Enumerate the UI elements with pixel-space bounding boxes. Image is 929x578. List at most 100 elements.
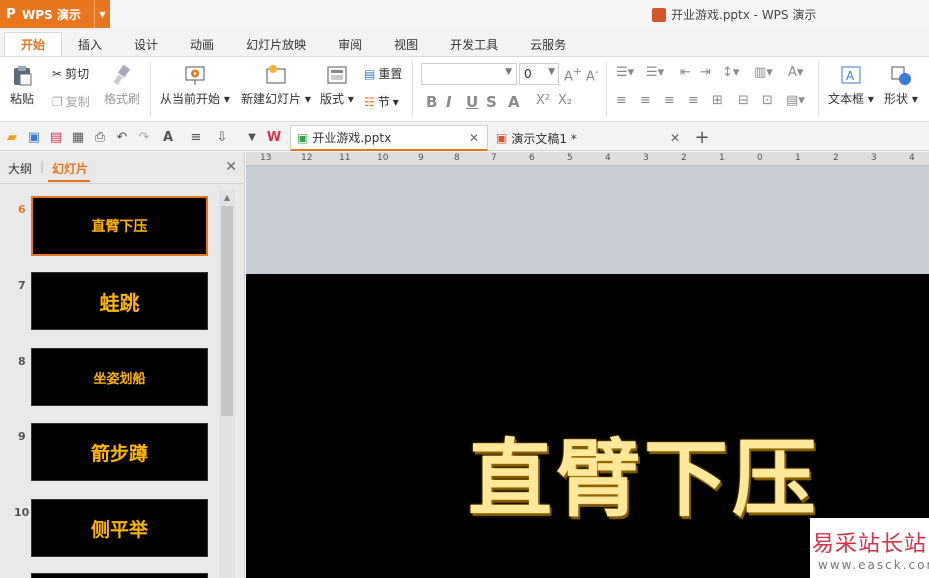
distribute-icon[interactable]: ⊞ [712, 93, 723, 108]
wps-logo-icon[interactable]: W [266, 129, 282, 145]
slide-thumbnail-title: 蛙跳 [99, 290, 140, 315]
new-tab-icon[interactable]: + [694, 127, 710, 148]
save-icon[interactable]: ▣ [26, 129, 42, 145]
tab-insert[interactable]: 插入 [62, 32, 118, 56]
bullet-list-icon[interactable]: ☰▾ [616, 65, 634, 80]
ruler-label: 6 [529, 153, 535, 163]
slide-thumbnail-title: 侧平举 [90, 518, 148, 541]
new-slide-button[interactable]: 新建幻灯片 ▾ [241, 63, 311, 107]
print-icon[interactable]: ▦ [70, 129, 86, 145]
paste-button[interactable]: 粘贴 [10, 63, 34, 107]
shadow-icon[interactable]: S [486, 93, 497, 111]
superscript-icon[interactable]: X² [536, 93, 550, 108]
italic-icon[interactable]: I [446, 93, 452, 111]
tab-view[interactable]: 视图 [378, 32, 434, 56]
slide-thumbnail-title: 直臂下压 [91, 219, 148, 235]
print-preview-icon[interactable]: ⎙ [92, 129, 108, 145]
wps-app-menu-button[interactable]: P WPS 演示 ▼ [0, 0, 110, 28]
ruler-label: 13 [260, 153, 272, 163]
doc-tab-label: 演示文稿1 * [511, 131, 577, 146]
slide-thumbnail-title: 坐姿划船 [93, 371, 146, 387]
tab-outline[interactable]: 大纲 [8, 160, 32, 177]
shape-button[interactable]: 形状 ▾ [884, 63, 918, 107]
bold-icon[interactable]: B [426, 93, 437, 111]
play-from-current-button[interactable]: 从当前开始 ▾ [160, 63, 230, 107]
slide-thumbnail-partial[interactable] [31, 573, 208, 578]
tab-cloud[interactable]: 云服务 [514, 32, 582, 56]
open-folder-icon[interactable]: ▰ [4, 129, 20, 145]
tab-home[interactable]: 开始 [4, 32, 63, 56]
section-button[interactable]: ☷ 节 ▾ [364, 93, 399, 110]
underline-icon[interactable]: U [466, 93, 478, 111]
numbered-list-icon[interactable]: ☰▾ [646, 65, 664, 80]
pptx-file-icon: ▣ [297, 130, 309, 145]
scissors-icon: ✂ [52, 66, 63, 81]
increase-indent-icon[interactable]: ⇥ [700, 65, 711, 80]
align-right-icon[interactable]: ≡ [664, 93, 675, 108]
format-painter-button[interactable]: 格式刷 [104, 63, 140, 107]
slide-title-text[interactable]: 直臂下压 [468, 412, 820, 533]
slide-thumbnail[interactable]: 侧平举 [31, 499, 208, 557]
doc-tab-label: 开业游戏.pptx [312, 131, 392, 145]
align-text-icon[interactable]: ⊟ [738, 93, 749, 108]
tab-developer[interactable]: 开发工具 [434, 32, 514, 56]
line-spacing-icon[interactable]: ↕▾ [722, 65, 739, 80]
chevron-down-icon[interactable]: ▼ [244, 129, 260, 145]
export-pdf-icon[interactable]: ▤ [48, 129, 64, 145]
slide-thumbnail[interactable]: 坐姿划船 [31, 348, 208, 406]
font-family-select[interactable]: ▼ [421, 63, 517, 85]
text-options-icon[interactable]: ▤▾ [786, 93, 805, 108]
undo-icon[interactable]: ↶ [114, 129, 130, 145]
reset-icon: ▤ [364, 66, 376, 81]
new-slide-label: 新建幻灯片 ▾ [241, 92, 311, 106]
cut-button[interactable]: ✂ 剪切 [52, 65, 89, 82]
text-direction-icon[interactable]: A▾ [788, 65, 803, 80]
subscript-icon[interactable]: X₂ [558, 93, 572, 108]
redo-icon[interactable]: ↷ [136, 129, 152, 145]
format-painter-label: 格式刷 [104, 92, 141, 106]
copy-button[interactable]: ❐ 复制 [52, 93, 90, 110]
clipboard-icon [10, 63, 34, 87]
tab-divider: | [40, 159, 45, 173]
increase-font-icon[interactable]: A+ [564, 65, 582, 84]
shapes-icon [889, 63, 913, 87]
font-color-icon[interactable]: A [508, 93, 520, 111]
align-icon[interactable]: ≡ [188, 129, 204, 145]
chevron-down-icon[interactable]: ▼ [94, 0, 110, 28]
tab-design[interactable]: 设计 [118, 32, 174, 56]
slideshow-play-icon [183, 63, 207, 87]
ruler-label: 1 [795, 153, 801, 163]
slide-thumbnail[interactable]: 蛙跳 [31, 272, 208, 330]
font-color-icon[interactable]: A [160, 129, 176, 145]
close-icon[interactable]: ✕ [225, 159, 237, 175]
reset-button[interactable]: ▤ 重置 [364, 65, 402, 82]
scroll-up-icon[interactable]: ▲ [219, 190, 235, 204]
text-box-button[interactable]: A 文本框 ▾ [828, 63, 874, 107]
pptx-file-icon: ▣ [496, 131, 508, 145]
doc-tab-active[interactable]: ▣ 开业游戏.pptx ✕ [290, 125, 488, 151]
align-center-icon[interactable]: ≡ [640, 93, 651, 108]
decrease-font-icon[interactable]: A- [586, 65, 599, 84]
columns-icon[interactable]: ▥▾ [754, 65, 773, 80]
close-icon[interactable]: ✕ [670, 131, 680, 145]
doc-tab[interactable]: ▣ 演示文稿1 * ✕ [490, 125, 688, 151]
slide-thumbnail-title: 箭步蹲 [90, 442, 148, 465]
tab-slideshow[interactable]: 幻灯片放映 [230, 32, 322, 56]
close-icon[interactable]: ✕ [469, 131, 479, 145]
slide-thumbnail[interactable]: 直臂下压 [31, 196, 208, 256]
customize-icon[interactable]: ⇩ [214, 129, 230, 145]
align-left-icon[interactable]: ≡ [616, 93, 627, 108]
ruler-label: 11 [339, 153, 351, 163]
font-size-select[interactable]: 0 ▼ [519, 63, 559, 85]
tab-review[interactable]: 审阅 [322, 32, 378, 56]
tab-slides[interactable]: 幻灯片 [52, 160, 88, 177]
convert-smartart-icon[interactable]: ⊡ [762, 93, 773, 108]
chevron-down-icon: ▾ [392, 94, 399, 109]
scrollbar-thumb[interactable] [221, 206, 233, 416]
justify-icon[interactable]: ≡ [688, 93, 699, 108]
shape-text: 形状 [884, 92, 909, 106]
tab-animation[interactable]: 动画 [174, 32, 230, 56]
layout-button[interactable]: 版式 ▾ [320, 63, 354, 107]
slide-thumbnail[interactable]: 箭步蹲 [31, 423, 208, 481]
decrease-indent-icon[interactable]: ⇤ [680, 65, 691, 80]
